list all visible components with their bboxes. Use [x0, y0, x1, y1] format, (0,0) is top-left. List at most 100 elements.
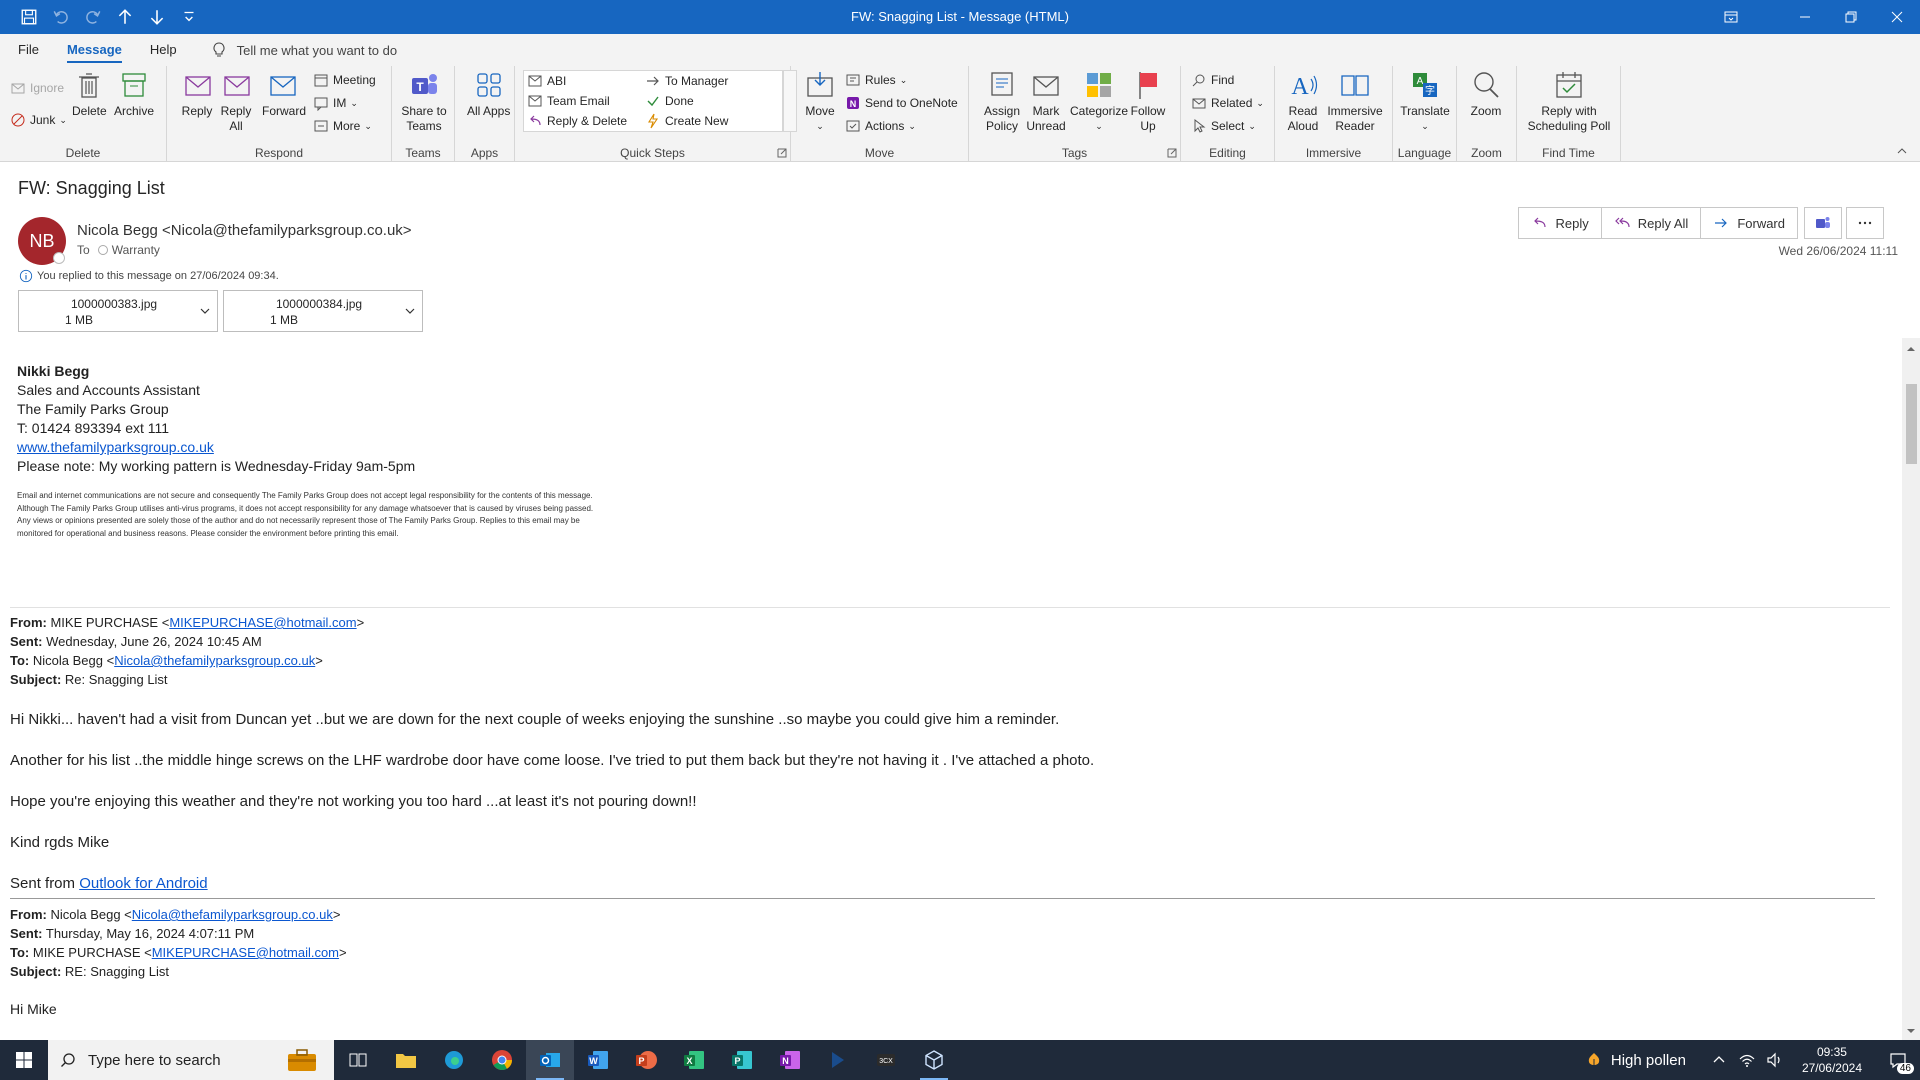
- from-label: From:: [10, 615, 47, 630]
- window-title: FW: Snagging List - Message (HTML): [851, 9, 1069, 24]
- minimize-icon[interactable]: [1782, 0, 1828, 34]
- rules-button[interactable]: Rules ⌄: [845, 70, 907, 90]
- weather-widget[interactable]: High pollen: [1585, 1051, 1686, 1069]
- follow-up-button[interactable]: Follow Up: [1130, 68, 1166, 134]
- next-item-icon[interactable]: [142, 2, 172, 32]
- network-icon[interactable]: [1738, 1051, 1756, 1069]
- from-name: Nicola Begg <: [50, 907, 132, 922]
- redo-icon[interactable]: [78, 2, 108, 32]
- edge-icon[interactable]: [430, 1040, 478, 1080]
- select-button[interactable]: Select ⌄: [1191, 116, 1256, 136]
- word-icon[interactable]: W: [574, 1040, 622, 1080]
- tell-me-search[interactable]: Tell me what you want to do: [211, 42, 397, 58]
- categorize-button[interactable]: Categorize ⌄: [1069, 68, 1129, 134]
- actions-label: Actions: [865, 119, 905, 133]
- vertical-scrollbar[interactable]: [1902, 338, 1920, 1040]
- im-button[interactable]: IM ⌄: [313, 93, 358, 113]
- excel-icon[interactable]: X: [670, 1040, 718, 1080]
- notification-center[interactable]: 46: [1876, 1040, 1920, 1080]
- reply-with-scheduling-poll-button[interactable]: Reply with Scheduling Poll: [1523, 68, 1615, 134]
- message-body: Nikki Begg Sales and Accounts Assistant …: [0, 338, 1900, 1038]
- tab-message[interactable]: Message: [53, 34, 136, 66]
- ignore-button[interactable]: Ignore: [10, 78, 64, 98]
- reply-ribbon-button[interactable]: Reply: [180, 68, 214, 119]
- translate-button[interactable]: A字 Translate ⌄: [1399, 68, 1451, 134]
- share-to-teams-button[interactable]: T Share to Teams: [400, 68, 448, 134]
- quickstep-team-email[interactable]: Team Email: [527, 91, 610, 111]
- quickstep-reply-delete[interactable]: Reply & Delete: [527, 111, 627, 131]
- from-email-link[interactable]: Nicola@thefamilyparksgroup.co.uk: [132, 907, 333, 922]
- app-icon[interactable]: [814, 1040, 862, 1080]
- delete-button[interactable]: Delete: [72, 68, 107, 119]
- more-respond-button[interactable]: More ⌄: [313, 116, 372, 136]
- more-actions-button[interactable]: [1846, 207, 1884, 239]
- undo-icon[interactable]: [46, 2, 76, 32]
- forward-header-2: From: Nicola Begg <Nicola@thefamilyparks…: [10, 905, 347, 981]
- taskbar-search[interactable]: Type here to search: [48, 1040, 334, 1080]
- chevron-down-icon[interactable]: [404, 305, 416, 317]
- quickstep-abi[interactable]: ABI: [527, 71, 566, 91]
- onenote-taskbar-icon[interactable]: N: [766, 1040, 814, 1080]
- scroll-up-icon[interactable]: [1906, 344, 1916, 354]
- assign-policy-button[interactable]: Assign Policy: [981, 68, 1023, 134]
- quickstep-create-new[interactable]: Create New: [645, 111, 728, 131]
- reply-all-ribbon-button[interactable]: Reply All: [218, 68, 254, 134]
- attachment-1[interactable]: 1000000383.jpg 1 MB: [18, 290, 218, 332]
- start-button[interactable]: [0, 1040, 48, 1080]
- recipient[interactable]: Warranty: [112, 243, 160, 257]
- forward-button[interactable]: Forward: [1700, 207, 1798, 239]
- meeting-button[interactable]: Meeting: [313, 70, 376, 90]
- reply-button[interactable]: Reply: [1518, 207, 1602, 239]
- close-icon[interactable]: [1874, 0, 1920, 34]
- mark-unread-button[interactable]: Mark Unread: [1026, 68, 1066, 134]
- sender[interactable]: Nicola Begg <Nicola@thefamilyparksgroup.…: [77, 222, 412, 239]
- save-icon[interactable]: [14, 2, 44, 32]
- from-email-link[interactable]: MIKEPURCHASE@hotmail.com: [169, 615, 356, 630]
- outlook-android-link[interactable]: Outlook for Android: [79, 875, 207, 892]
- attachment-2[interactable]: 1000000384.jpg 1 MB: [223, 290, 423, 332]
- quick-access-toolbar: [0, 2, 204, 32]
- scroll-down-icon[interactable]: [1906, 1026, 1916, 1036]
- move-button[interactable]: Move ⌄: [803, 68, 837, 134]
- send-to-onenote-button[interactable]: N Send to OneNote: [845, 93, 958, 113]
- 3cx-icon[interactable]: 3CX: [862, 1040, 910, 1080]
- related-button[interactable]: Related ⌄: [1191, 93, 1264, 113]
- tab-file[interactable]: File: [4, 34, 53, 66]
- ribbon-display-options-icon[interactable]: [1708, 0, 1754, 34]
- categorize-icon: [1082, 68, 1116, 102]
- volume-icon[interactable]: [1766, 1051, 1784, 1069]
- to-email-link[interactable]: MIKEPURCHASE@hotmail.com: [152, 945, 339, 960]
- find-button[interactable]: Find: [1191, 70, 1234, 90]
- forward-ribbon-button[interactable]: Forward: [262, 68, 306, 119]
- clock[interactable]: 09:35 27/06/2024: [1802, 1044, 1862, 1076]
- archive-button[interactable]: Archive: [114, 68, 154, 119]
- quickstep-done[interactable]: Done: [645, 91, 694, 111]
- scroll-thumb[interactable]: [1906, 384, 1917, 464]
- teams-chat-button[interactable]: [1804, 207, 1842, 239]
- chrome-icon[interactable]: [478, 1040, 526, 1080]
- quickstep-to-manager[interactable]: To Manager: [645, 71, 728, 91]
- junk-button[interactable]: Junk ⌄: [10, 110, 67, 130]
- actions-button[interactable]: Actions ⌄: [845, 116, 916, 136]
- virtualbox-icon[interactable]: [910, 1040, 958, 1080]
- customize-qat-icon[interactable]: [174, 2, 204, 32]
- tab-help[interactable]: Help: [136, 34, 191, 66]
- collapse-ribbon-icon[interactable]: [1896, 145, 1908, 157]
- all-apps-button[interactable]: All Apps: [467, 68, 510, 119]
- chevron-down-icon[interactable]: [199, 305, 211, 317]
- reply-all-button[interactable]: Reply All: [1600, 207, 1702, 239]
- publisher-icon[interactable]: P: [718, 1040, 766, 1080]
- task-view-icon[interactable]: [334, 1040, 382, 1080]
- read-aloud-button[interactable]: A Read Aloud: [1285, 68, 1321, 134]
- file-explorer-icon[interactable]: [382, 1040, 430, 1080]
- powerpoint-icon[interactable]: P: [622, 1040, 670, 1080]
- immersive-reader-button[interactable]: Immersive Reader: [1325, 68, 1385, 134]
- restore-icon[interactable]: [1828, 0, 1874, 34]
- chevron-up-icon[interactable]: [1710, 1051, 1728, 1069]
- outlook-icon[interactable]: [526, 1040, 574, 1080]
- to-email-link[interactable]: Nicola@thefamilyparksgroup.co.uk: [114, 653, 315, 668]
- translate-icon: A字: [1408, 68, 1442, 102]
- zoom-button[interactable]: Zoom: [1469, 68, 1503, 119]
- signature-website-link[interactable]: www.thefamilyparksgroup.co.uk: [17, 439, 214, 455]
- previous-item-icon[interactable]: [110, 2, 140, 32]
